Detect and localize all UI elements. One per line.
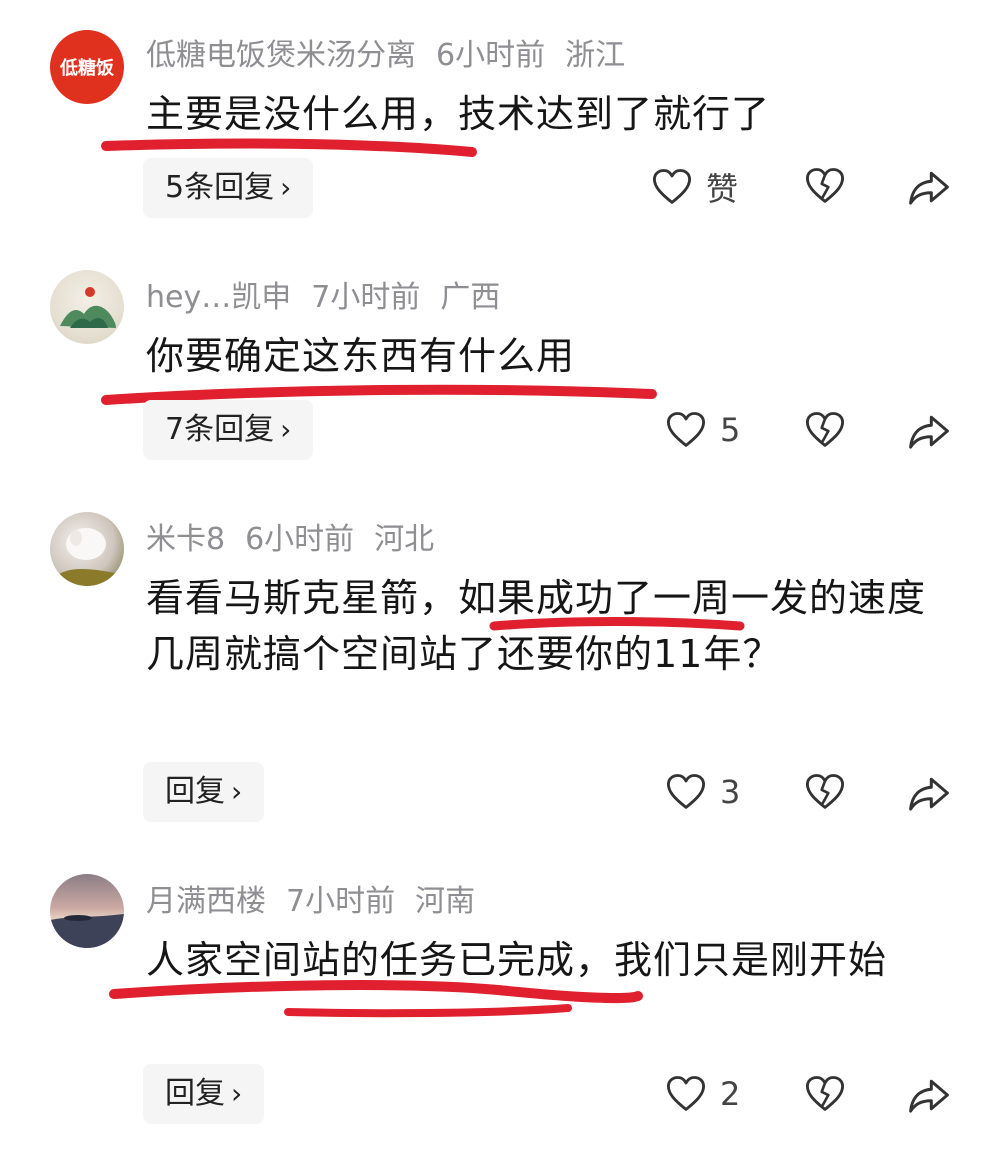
heart-outline-icon	[664, 1072, 708, 1116]
username[interactable]: 低糖电饭煲米汤分离	[146, 38, 416, 73]
timestamp: 7小时前	[311, 280, 421, 315]
avatar-logo-text: 低糖饭	[60, 58, 114, 79]
reply-button[interactable]: 回复 ›	[143, 762, 265, 822]
avatar[interactable]	[50, 512, 124, 586]
heart-outline-icon	[664, 770, 708, 814]
avatar[interactable]	[50, 874, 124, 948]
avatar[interactable]	[50, 270, 124, 344]
username[interactable]: 米卡8	[146, 522, 225, 557]
location: 河北	[374, 522, 435, 557]
heart-outline-icon	[664, 408, 708, 452]
share-arrow-icon	[906, 1072, 952, 1118]
like-count: 2	[720, 1075, 741, 1113]
location: 广西	[440, 280, 501, 315]
reply-button[interactable]: 7条回复 ›	[143, 400, 314, 460]
dislike-button[interactable]	[803, 408, 847, 452]
share-button[interactable]	[906, 770, 952, 816]
like-count: 3	[720, 773, 741, 811]
reply-button[interactable]: 5条回复 ›	[143, 158, 314, 218]
timestamp: 6小时前	[436, 38, 546, 73]
comment-meta: 月满西楼 7小时前 河南	[146, 876, 495, 920]
share-button[interactable]	[906, 164, 952, 210]
chevron-right-icon: ›	[280, 413, 292, 446]
comment-text: 主要是没什么用，技术达到了就行了	[146, 92, 771, 136]
broken-heart-icon	[803, 408, 847, 452]
reply-label: 回复	[165, 1076, 225, 1111]
share-arrow-icon	[906, 164, 952, 210]
location: 河南	[415, 884, 476, 919]
comment-meta: hey…凯申 7小时前 广西	[146, 272, 520, 316]
timestamp: 6小时前	[245, 522, 355, 557]
comment-text: 看看马斯克星箭，如果成功了一周一发的速度几周就搞个空间站了还要你的11年？	[146, 576, 927, 676]
reply-label: 回复	[165, 774, 225, 809]
share-arrow-icon	[906, 770, 952, 816]
broken-heart-icon	[803, 164, 847, 208]
chevron-right-icon: ›	[231, 1077, 243, 1110]
broken-heart-icon	[803, 1072, 847, 1116]
like-button[interactable]: 3	[664, 770, 740, 814]
share-button[interactable]	[906, 1072, 952, 1118]
like-button[interactable]: 赞	[650, 164, 738, 210]
location: 浙江	[565, 38, 626, 73]
heart-outline-icon	[650, 165, 694, 209]
broken-heart-icon	[803, 770, 847, 814]
comment-text: 人家空间站的任务已完成，我们只是刚开始	[146, 938, 888, 982]
username[interactable]: hey…凯申	[146, 280, 291, 315]
timestamp: 7小时前	[286, 884, 396, 919]
comment-text: 你要确定这东西有什么用	[146, 334, 576, 378]
share-arrow-icon	[906, 408, 952, 454]
like-button[interactable]: 5	[664, 408, 740, 452]
share-button[interactable]	[906, 408, 952, 454]
like-button[interactable]: 2	[664, 1072, 740, 1116]
dislike-button[interactable]	[803, 770, 847, 814]
comment-meta: 米卡8 6小时前 河北	[146, 514, 454, 558]
chevron-right-icon: ›	[280, 171, 292, 204]
avatar-image	[56, 528, 120, 586]
avatar-image	[60, 287, 116, 328]
avatar-image	[50, 914, 124, 948]
reply-button[interactable]: 回复 ›	[143, 1064, 265, 1124]
username[interactable]: 月满西楼	[146, 884, 266, 919]
reply-label: 5条回复	[165, 170, 275, 205]
reply-label: 7条回复	[165, 412, 275, 447]
chevron-right-icon: ›	[231, 775, 243, 808]
avatar[interactable]: 低糖饭	[50, 30, 124, 104]
comment-meta: 低糖电饭煲米汤分离 6小时前 浙江	[146, 30, 645, 74]
like-count: 赞	[706, 170, 739, 208]
dislike-button[interactable]	[803, 164, 847, 208]
like-count: 5	[720, 411, 741, 449]
dislike-button[interactable]	[803, 1072, 847, 1116]
